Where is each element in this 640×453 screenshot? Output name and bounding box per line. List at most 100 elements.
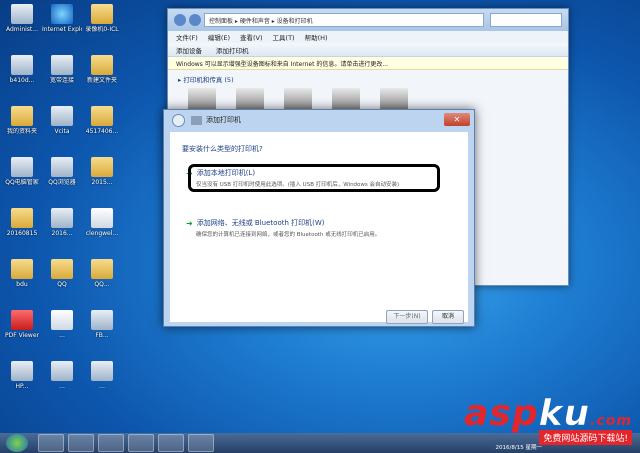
desktop-icon[interactable]: FB... bbox=[82, 310, 122, 339]
desktop-icon-label: 我的资料夹 bbox=[6, 128, 37, 135]
desktop-icon-label: clengwel... bbox=[85, 230, 119, 237]
menu-edit[interactable]: 编辑(E) bbox=[208, 32, 230, 42]
desktop-icon-label: bdu bbox=[16, 281, 28, 288]
watermark-tagline: 免费网站源码下载站! bbox=[539, 430, 632, 445]
address-bar[interactable]: 控制面板 ▸ 硬件和声音 ▸ 设备和打印机 bbox=[204, 13, 484, 27]
desktop-icon-label: HP... bbox=[15, 383, 29, 390]
desktop-icon[interactable]: Vcita bbox=[42, 106, 82, 135]
app-icon bbox=[11, 4, 33, 24]
info-bar[interactable]: Windows 可以显示增强型设备图标和来自 Internet 的信息。请单击进… bbox=[168, 57, 568, 70]
app-icon bbox=[11, 55, 33, 75]
add-printer-dialog[interactable]: 添加打印机 ✕ 要安装什么类型的打印机? ➜ 添加本地打印机(L) 仅当没有 U… bbox=[163, 109, 475, 327]
desktop-icon[interactable]: HP... bbox=[2, 361, 42, 390]
desktop-icon[interactable]: 我的资料夹 bbox=[2, 106, 42, 135]
desktop-icon-label: Internet Explorer bbox=[42, 26, 82, 33]
add-network-printer-option[interactable]: ➜ 添加网络、无线或 Bluetooth 打印机(W) 确保您的计算机已连接到网… bbox=[186, 218, 436, 239]
desktop-icon[interactable]: 4517406... bbox=[82, 106, 122, 135]
add-device-button[interactable]: 添加设备 bbox=[176, 45, 202, 55]
cancel-button[interactable]: 取消 bbox=[432, 310, 464, 324]
desktop-icon[interactable]: PDF Viewer bbox=[2, 310, 42, 339]
folder-icon bbox=[11, 259, 33, 279]
desktop-icon-label: QQ浏览器 bbox=[48, 179, 76, 186]
green-arrow-icon: ➜ bbox=[186, 218, 193, 228]
start-button[interactable] bbox=[6, 434, 28, 452]
desktop-icon[interactable]: QQ... bbox=[82, 259, 122, 288]
desktop-icon-label: PDF Viewer bbox=[5, 332, 39, 339]
desktop-icon[interactable]: 2016... bbox=[42, 208, 82, 237]
desktop-icon-label: ... bbox=[59, 383, 65, 390]
folder-icon bbox=[91, 259, 113, 279]
menu-tools[interactable]: 工具(T) bbox=[273, 32, 295, 42]
desktop-icon[interactable]: 新建文件夹 bbox=[82, 55, 122, 84]
app-taskbar-icon[interactable] bbox=[98, 434, 124, 452]
folder-icon bbox=[91, 55, 113, 75]
desktop-icon-label: QQ... bbox=[94, 281, 110, 288]
printer-icon[interactable] bbox=[380, 88, 408, 110]
dialog-titlebar: 添加打印机 bbox=[164, 110, 474, 130]
folder-icon bbox=[11, 106, 33, 126]
desktop-icon[interactable]: ... bbox=[42, 361, 82, 390]
desktop-icon[interactable]: 录像机0-ICL bbox=[82, 4, 122, 33]
printer-icon[interactable] bbox=[332, 88, 360, 110]
desktop-icon[interactable]: ... bbox=[82, 361, 122, 390]
search-input[interactable] bbox=[490, 13, 562, 27]
app-icon bbox=[51, 157, 73, 177]
printer-icon[interactable] bbox=[284, 88, 312, 110]
forward-icon[interactable] bbox=[189, 14, 201, 26]
desktop-icon[interactable]: QQ浏览器 bbox=[42, 157, 82, 186]
app-icon bbox=[91, 361, 113, 381]
dialog-title: 添加打印机 bbox=[206, 116, 241, 124]
printer-icon bbox=[191, 115, 202, 125]
dialog-body: 要安装什么类型的打印机? ➜ 添加本地打印机(L) 仅当没有 USB 打印机时使… bbox=[170, 132, 468, 324]
desktop-icon[interactable]: 宽带连接 bbox=[42, 55, 82, 84]
desktop-icon-label: ... bbox=[59, 332, 65, 339]
option-description: 确保您的计算机已连接到网络，或者您的 Bluetooth 或无线打印机已启用。 bbox=[196, 232, 381, 238]
desktop-icon-label: FB... bbox=[95, 332, 109, 339]
folder-icon bbox=[91, 4, 113, 24]
desktop-icon[interactable]: Administ... bbox=[2, 4, 42, 33]
folder-icon bbox=[51, 259, 73, 279]
desktop-icon[interactable]: clengwel... bbox=[82, 208, 122, 237]
desktop-icon[interactable]: Internet Explorer bbox=[42, 4, 82, 33]
command-bar: 添加设备 添加打印机 bbox=[168, 43, 568, 57]
next-button[interactable]: 下一步(N) bbox=[386, 310, 428, 324]
menu-bar: 文件(F) 编辑(E) 查看(V) 工具(T) 帮助(H) bbox=[168, 31, 568, 43]
menu-view[interactable]: 查看(V) bbox=[240, 32, 263, 42]
desktop-icon[interactable]: ... bbox=[42, 310, 82, 339]
desktop-icon[interactable]: b410d... bbox=[2, 55, 42, 84]
desktop-icon-label: 宽带连接 bbox=[49, 77, 74, 84]
printers-group-header[interactable]: ▸ 打印机和传真 (5) bbox=[168, 70, 568, 88]
app-icon bbox=[11, 361, 33, 381]
printer-icon[interactable] bbox=[188, 88, 216, 110]
printer-icon[interactable] bbox=[236, 88, 264, 110]
folder-icon bbox=[91, 157, 113, 177]
close-icon[interactable]: ✕ bbox=[444, 113, 470, 126]
folder-icon bbox=[11, 208, 33, 228]
doc-icon bbox=[91, 208, 113, 228]
desktop-icon[interactable]: 2015... bbox=[82, 157, 122, 186]
app-taskbar-icon[interactable] bbox=[128, 434, 154, 452]
desktop-icon-label: 新建文件夹 bbox=[86, 77, 117, 84]
printer-list bbox=[168, 88, 568, 110]
desktop-icon[interactable]: QQ bbox=[42, 259, 82, 288]
app-icon bbox=[51, 361, 73, 381]
desktop-icon[interactable]: QQ电脑管家 bbox=[2, 157, 42, 186]
desktop-icon-label: QQ电脑管家 bbox=[5, 179, 39, 186]
menu-file[interactable]: 文件(F) bbox=[176, 32, 198, 42]
back-icon[interactable] bbox=[174, 14, 186, 26]
menu-help[interactable]: 帮助(H) bbox=[305, 32, 328, 42]
desktop-icon-label: QQ bbox=[57, 281, 67, 288]
desktop-icon-label: ... bbox=[99, 383, 105, 390]
desktop-icon[interactable]: bdu bbox=[2, 259, 42, 288]
doc-icon bbox=[51, 310, 73, 330]
app-taskbar-icon[interactable] bbox=[158, 434, 184, 452]
app-icon bbox=[11, 157, 33, 177]
ie-taskbar-icon[interactable] bbox=[38, 434, 64, 452]
watermark: aspku.com 免费网站源码下载站! bbox=[464, 393, 632, 445]
back-arrow-icon[interactable] bbox=[172, 113, 185, 127]
desktop-icon-label: 2016... bbox=[51, 230, 73, 237]
app-taskbar-icon[interactable] bbox=[188, 434, 214, 452]
desktop-icon[interactable]: 20160815 bbox=[2, 208, 42, 237]
add-printer-button[interactable]: 添加打印机 bbox=[216, 45, 249, 55]
folder-taskbar-icon[interactable] bbox=[68, 434, 94, 452]
